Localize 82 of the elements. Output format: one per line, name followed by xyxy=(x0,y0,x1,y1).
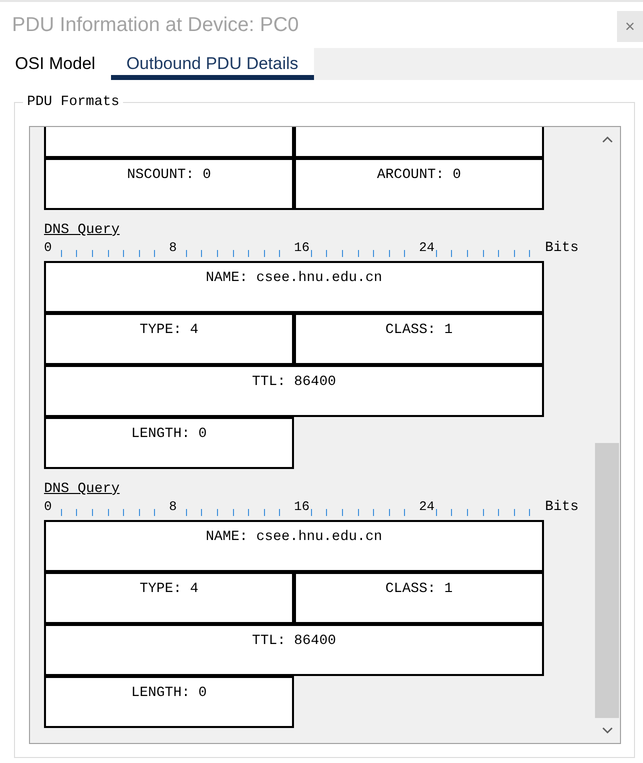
ruler-tick xyxy=(248,250,250,257)
ruler-tick xyxy=(216,250,218,257)
pdu-field: NAME: csee.hnu.edu.cn xyxy=(44,520,544,572)
ruler-tick xyxy=(342,250,343,257)
chevron-up-icon xyxy=(602,136,612,143)
ruler-tick xyxy=(529,250,530,257)
ruler-tick xyxy=(310,509,312,516)
bit-position-label: 8 xyxy=(169,499,177,515)
section-title: DNS Query xyxy=(44,222,120,238)
pdu-field: TYPE: 4 xyxy=(44,572,294,624)
bit-position-label: 8 xyxy=(169,240,177,256)
ruler-tick xyxy=(466,509,468,516)
ruler-tick xyxy=(92,509,93,516)
ruler-tick xyxy=(264,509,265,516)
ruler-tick xyxy=(451,509,452,516)
pdu-field: CLASS: 1 xyxy=(294,313,544,365)
bit-position-label: 16 xyxy=(294,240,310,256)
ruler-tick xyxy=(373,250,374,257)
ruler-tick xyxy=(60,509,62,516)
ruler-tick xyxy=(451,250,452,257)
ruler-tick xyxy=(436,250,437,257)
pdu-field: LENGTH: 0 xyxy=(44,676,294,728)
pdu-field: CLASS: 1 xyxy=(294,572,544,624)
pdu-field: TTL: 86400 xyxy=(44,365,544,417)
ruler-tick xyxy=(514,250,515,257)
ruler-tick xyxy=(279,509,280,516)
pdu-field: NAME: csee.hnu.edu.cn xyxy=(44,261,544,313)
ruler-tick xyxy=(216,509,218,516)
ruler-tick xyxy=(154,509,156,516)
ruler-tick xyxy=(154,250,156,257)
scrollbar-thumb[interactable] xyxy=(595,443,619,718)
ruler-tick xyxy=(326,250,328,257)
ruler-tick xyxy=(498,509,500,516)
section-title: DNS Query xyxy=(44,481,120,497)
ruler-tick xyxy=(482,250,484,257)
ruler-tick xyxy=(201,509,202,516)
ruler-tick xyxy=(436,509,437,516)
ruler-tick xyxy=(92,250,93,257)
ruler-tick xyxy=(138,509,140,516)
ruler-tick xyxy=(279,250,280,257)
pdu-field: TTL: 86400 xyxy=(44,624,544,676)
pdu-field: NSCOUNT: 0 xyxy=(44,158,294,210)
ruler-tick xyxy=(264,250,265,257)
ruler-tick xyxy=(404,250,406,257)
ruler-tick xyxy=(201,250,202,257)
bit-position-label: 24 xyxy=(419,499,435,515)
ruler-tick xyxy=(76,250,78,257)
ruler-tick xyxy=(529,509,530,516)
bit-unit-label: Bits xyxy=(545,499,579,516)
ruler-tick xyxy=(466,250,468,257)
ruler-tick xyxy=(514,509,515,516)
ruler-tick xyxy=(60,250,62,257)
bit-position-label: 24 xyxy=(419,240,435,256)
bit-position-label: 0 xyxy=(44,499,52,515)
ruler-tick xyxy=(326,509,328,516)
ruler-tick xyxy=(342,509,343,516)
ruler-tick xyxy=(76,509,78,516)
ruler-tick xyxy=(138,250,140,257)
ruler-tick xyxy=(123,509,124,516)
close-button[interactable]: × xyxy=(617,11,643,42)
ruler-tick xyxy=(388,250,390,257)
ruler-tick xyxy=(404,509,406,516)
ruler-tick xyxy=(248,509,250,516)
bit-unit-label: Bits xyxy=(545,240,579,257)
bit-position-label: 16 xyxy=(294,499,310,515)
ruler-tick xyxy=(123,250,124,257)
ruler-tick xyxy=(482,509,484,516)
ruler-tick xyxy=(310,250,312,257)
ruler-tick xyxy=(186,250,187,257)
chevron-down-icon xyxy=(602,727,612,734)
group-title: PDU Formats xyxy=(26,94,120,110)
ruler-tick xyxy=(498,250,500,257)
ruler-tick xyxy=(388,509,390,516)
pdu-field: ARCOUNT: 0 xyxy=(294,158,544,210)
pdu-field: LENGTH: 0 xyxy=(44,417,294,469)
ruler-tick xyxy=(232,250,234,257)
ruler-tick xyxy=(373,509,374,516)
pdu-field: TYPE: 4 xyxy=(44,313,294,365)
ruler-tick xyxy=(186,509,187,516)
bit-position-label: 0 xyxy=(44,240,52,256)
window-title: PDU Information at Device: PC0 xyxy=(12,13,299,38)
ruler-tick xyxy=(232,509,234,516)
